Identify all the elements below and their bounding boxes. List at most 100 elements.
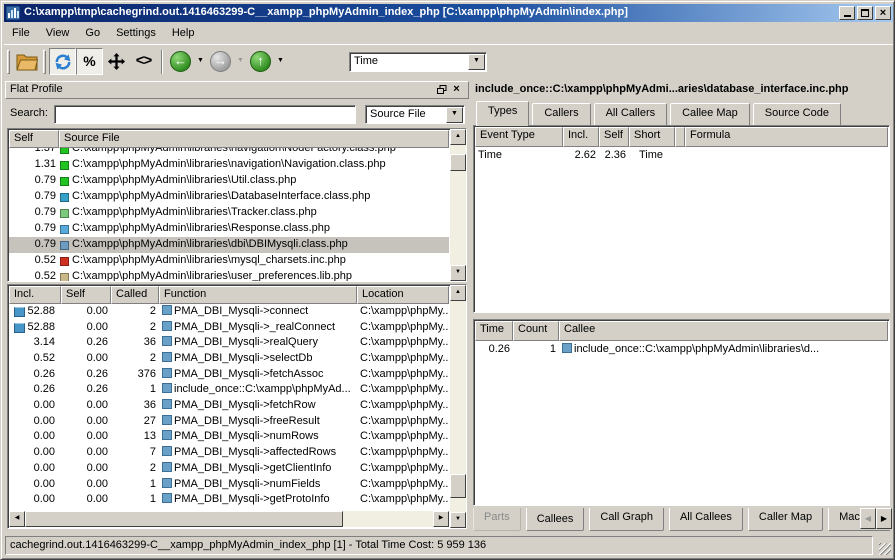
function-row[interactable]: 0.26 0.26 1 include_once::C:\xampp\phpMy… [9, 382, 449, 398]
menu-item[interactable]: Settings [108, 25, 164, 43]
dock-splitter[interactable] [5, 202, 469, 204]
function-row[interactable]: 0.00 0.00 1 PMA_DBI_Mysqli->numFields C:… [9, 477, 449, 493]
source-file-row[interactable]: 0.79 C:\xampp\phpMyAdmin\libraries\Respo… [9, 221, 449, 237]
scrollbar-trough[interactable] [450, 145, 466, 265]
source-file-row[interactable]: 0.52 C:\xampp\phpMyAdmin\libraries\mysql… [9, 253, 449, 269]
scrollbar-thumb[interactable] [450, 474, 466, 498]
percent-toggle-button[interactable]: % [76, 48, 103, 75]
menu-item[interactable]: File [4, 25, 38, 43]
column-header-count[interactable]: Count [513, 321, 559, 341]
column-header-source-file[interactable]: Source File [59, 130, 449, 148]
function-row[interactable]: 0.00 0.00 36 PMA_DBI_Mysqli->fetchRow C:… [9, 398, 449, 414]
function-row[interactable]: 0.26 0.26 376 PMA_DBI_Mysqli->fetchAssoc… [9, 367, 449, 383]
source-file-row[interactable]: 0.79 C:\xampp\phpMyAdmin\libraries\Track… [9, 205, 449, 221]
column-header-short[interactable]: Short [629, 127, 675, 147]
scrollbar-trough[interactable] [450, 301, 466, 512]
group-by-combo[interactable]: Source File ▼ [365, 105, 465, 124]
toolbar-handle[interactable] [43, 50, 46, 74]
source-file-row[interactable]: 0.79 C:\xampp\phpMyAdmin\libraries\Util.… [9, 173, 449, 189]
close-button[interactable]: × [875, 6, 891, 20]
detail-bottom-tab[interactable]: All Callees [669, 508, 743, 531]
detail-bottom-tab[interactable]: Call Graph [589, 508, 664, 531]
function-row[interactable]: 52.88 0.00 2 PMA_DBI_Mysqli->connect C:\… [9, 304, 449, 320]
column-header-callee[interactable]: Callee [559, 321, 888, 341]
function-row[interactable]: 3.14 0.26 36 PMA_DBI_Mysqli->realQuery C… [9, 335, 449, 351]
detail-tab[interactable]: Callers [532, 103, 590, 125]
column-header-event-type[interactable]: Event Type [475, 127, 563, 147]
toolbar-handle[interactable] [7, 50, 10, 74]
detail-tab[interactable]: All Callers [594, 103, 668, 125]
function-row[interactable]: 52.88 0.00 2 PMA_DBI_Mysqli->_realConnec… [9, 320, 449, 336]
source-file-row[interactable]: 0.79 C:\xampp\phpMyAdmin\libraries\dbi\D… [9, 237, 449, 253]
source-file-row[interactable]: 1.37 C:\xampp\phpMyAdmin\libraries\navig… [9, 148, 449, 157]
dock-float-button[interactable] [434, 84, 449, 97]
forward-dropdown[interactable]: ▼ [234, 48, 247, 75]
detail-bottom-tab[interactable]: Callees [526, 508, 585, 531]
tab-scroll-right-icon[interactable]: ▶ [876, 508, 892, 529]
column-header-incl[interactable]: Incl. [563, 127, 599, 147]
source-file-path: C:\xampp\phpMyAdmin\libraries\user_prefe… [72, 270, 352, 281]
open-file-button[interactable] [13, 48, 40, 75]
column-header-self[interactable]: Self [9, 130, 59, 148]
detail-tab[interactable]: Types [476, 101, 529, 126]
menu-item[interactable]: View [38, 25, 78, 43]
detail-bottom-tab[interactable]: Caller Map [748, 508, 823, 531]
function-row[interactable]: 0.52 0.00 2 PMA_DBI_Mysqli->selectDb C:\… [9, 351, 449, 367]
reload-button[interactable] [49, 48, 76, 75]
function-table-hscrollbar[interactable]: ◀ ▶ [9, 511, 449, 527]
function-row[interactable]: 0.00 0.00 7 PMA_DBI_Mysqli->affectedRows… [9, 445, 449, 461]
combo-arrow-icon[interactable]: ▼ [468, 54, 485, 70]
source-file-row[interactable]: 1.31 C:\xampp\phpMyAdmin\libraries\navig… [9, 157, 449, 173]
back-button[interactable]: ← [167, 48, 194, 75]
forward-button[interactable]: → [207, 48, 234, 75]
column-header-time[interactable]: Time [475, 321, 513, 341]
function-row[interactable]: 0.00 0.00 27 PMA_DBI_Mysqli->freeResult … [9, 414, 449, 430]
column-header-incl[interactable]: Incl. [9, 286, 61, 304]
source-file-row[interactable]: 0.52 C:\xampp\phpMyAdmin\libraries\user_… [9, 269, 449, 281]
column-header-location[interactable]: Location [357, 286, 449, 304]
scrollbar-trough[interactable] [343, 511, 433, 527]
event-type-row[interactable]: Time 2.62 2.36 Time [475, 147, 888, 164]
column-header-called[interactable]: Called [111, 286, 159, 304]
column-header-self[interactable]: Self [61, 286, 111, 304]
scroll-right-icon[interactable]: ▶ [433, 511, 449, 527]
tab-scroll-left-icon[interactable]: ◀ [860, 508, 876, 529]
detail-bottom-tab[interactable]: Parts [473, 508, 521, 531]
scroll-down-icon[interactable]: ▼ [450, 265, 466, 281]
scroll-up-icon[interactable]: ▲ [450, 129, 466, 145]
minimize-button[interactable] [839, 6, 855, 20]
resize-grip[interactable] [879, 543, 891, 555]
incl-cost-value: 0.00 [29, 415, 58, 429]
pan-button[interactable] [103, 48, 130, 75]
relative-cost-button[interactable]: <> [130, 48, 157, 75]
function-row[interactable]: 0.00 0.00 13 PMA_DBI_Mysqli->numRows C:\… [9, 430, 449, 446]
scrollbar-thumb[interactable] [450, 154, 466, 171]
back-dropdown[interactable]: ▼ [194, 48, 207, 75]
column-header-formula[interactable]: Formula [685, 127, 888, 147]
combo-arrow-icon[interactable]: ▼ [446, 107, 463, 123]
scroll-left-icon[interactable]: ◀ [9, 511, 25, 527]
scrollbar-thumb[interactable] [25, 511, 343, 527]
menu-item[interactable]: Go [77, 25, 108, 43]
search-input[interactable] [54, 105, 356, 124]
dock-title-bar[interactable]: Flat Profile × [5, 81, 469, 99]
detail-tab[interactable]: Callee Map [670, 103, 750, 125]
file-list-scrollbar[interactable]: ▲ ▼ [450, 129, 466, 281]
column-header-function[interactable]: Function [159, 286, 357, 304]
scroll-down-icon[interactable]: ▼ [450, 512, 466, 528]
column-header-blank[interactable] [675, 127, 685, 147]
function-row[interactable]: 0.00 0.00 2 PMA_DBI_Mysqli->getClientInf… [9, 461, 449, 477]
title-bar[interactable]: C:\xampp\tmp\cachegrind.out.1416463299-C… [4, 4, 893, 22]
scroll-up-icon[interactable]: ▲ [450, 285, 466, 301]
maximize-button[interactable] [857, 6, 873, 20]
function-table-scrollbar[interactable]: ▲ ▼ [450, 285, 466, 528]
detail-tab[interactable]: Source Code [753, 103, 841, 125]
dock-close-button[interactable]: × [449, 84, 464, 97]
event-type-combo[interactable]: Time ▼ [349, 52, 487, 72]
callee-row[interactable]: 0.26 1 include_once::C:\xampp\phpMyAdmin… [475, 341, 888, 358]
menu-item[interactable]: Help [164, 25, 203, 43]
column-header-self[interactable]: Self [599, 127, 629, 147]
function-row[interactable]: 0.00 0.00 1 PMA_DBI_Mysqli->getProtoInfo… [9, 492, 449, 508]
up-button[interactable]: ↑ [247, 48, 274, 75]
up-dropdown[interactable]: ▼ [274, 48, 287, 75]
